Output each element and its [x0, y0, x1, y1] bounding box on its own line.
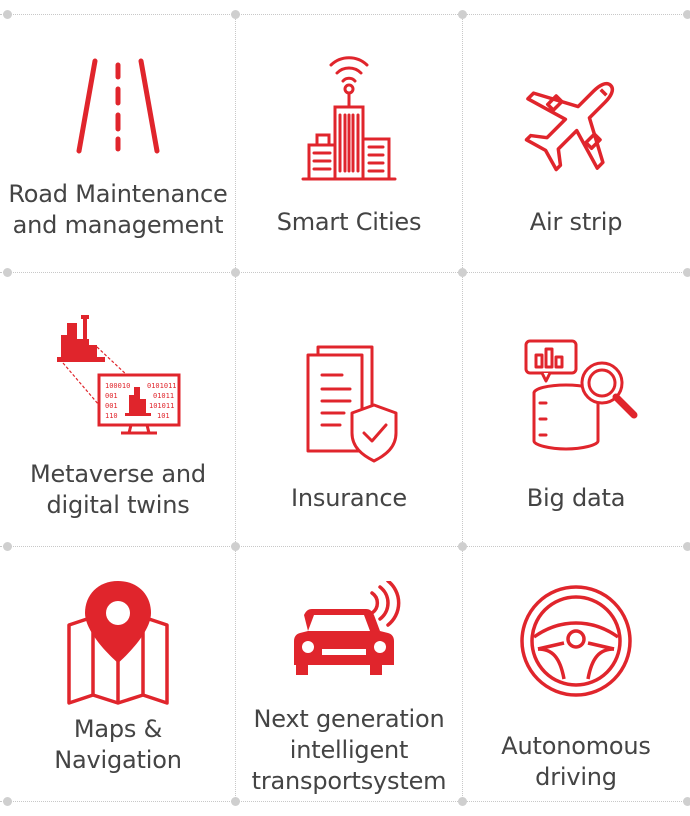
insurance-icon [236, 343, 462, 467]
binary-text: 01011 [153, 392, 174, 400]
tile-label-line: and management [12, 211, 224, 239]
tile-label-line: Autonomous [501, 732, 651, 760]
tile-label-line: Next generation [253, 705, 445, 733]
tile-label: Autonomous driving [463, 731, 689, 793]
binary-text: 100010 [105, 382, 130, 390]
binary-text: 110 [105, 412, 118, 420]
tile-label: Metaverse and digital twins [5, 459, 231, 521]
tile-big-data: Big data [463, 273, 689, 545]
digital-twin-icon: 100010 0101011 001 01011 001 101011 110 … [5, 295, 231, 439]
tile-air-strip: Air strip [463, 15, 689, 271]
tile-maps-navigation: Maps & Navigation [5, 547, 231, 800]
tile-label: Air strip [463, 207, 689, 238]
tile-label-line: Air strip [529, 208, 623, 236]
steering-wheel-icon [463, 583, 689, 703]
map-pin-icon [5, 577, 231, 711]
tile-label-line: Road Maintenance [8, 180, 228, 208]
tile-insurance: Insurance [236, 273, 462, 545]
tile-smart-cities: Smart Cities [236, 15, 462, 271]
tile-label-line: Insurance [291, 484, 407, 512]
tile-label-line: Maps & [73, 715, 163, 743]
tile-label: Next generation intelligent transportsys… [236, 704, 462, 797]
binary-text: 001 [105, 392, 118, 400]
tile-label-line: Metaverse and [30, 460, 206, 488]
connected-car-icon [236, 581, 462, 685]
big-data-icon [463, 335, 689, 469]
tile-label-line: Navigation [54, 746, 182, 774]
tile-next-gen-transport: Next generation intelligent transportsys… [236, 547, 462, 800]
smart-city-icon [236, 45, 462, 185]
tile-label-line: transportsystem [251, 767, 447, 795]
tile-label-line: intelligent [289, 736, 409, 764]
binary-text: 0101011 [147, 382, 177, 390]
grid-line-bottom [0, 801, 690, 802]
tile-label-line: digital twins [46, 491, 190, 519]
tile-autonomous-driving: Autonomous driving [463, 547, 689, 800]
road-icon [5, 55, 231, 159]
binary-text: 001 [105, 402, 118, 410]
tile-label-line: driving [535, 763, 617, 791]
airplane-icon [463, 65, 689, 179]
tile-metaverse: 100010 0101011 001 01011 001 101011 110 … [5, 273, 231, 545]
tile-label-line: Smart Cities [276, 208, 422, 236]
tile-label-line: Big data [526, 484, 626, 512]
tile-label: Insurance [236, 483, 462, 514]
binary-text: 101011 [149, 402, 174, 410]
tile-road-maintenance: Road Maintenance and management [5, 15, 231, 271]
tile-label: Road Maintenance and management [5, 179, 231, 241]
binary-text: 101 [157, 412, 170, 420]
tile-label: Smart Cities [236, 207, 462, 238]
tile-label: Maps & Navigation [5, 714, 231, 776]
tile-label: Big data [463, 483, 689, 514]
